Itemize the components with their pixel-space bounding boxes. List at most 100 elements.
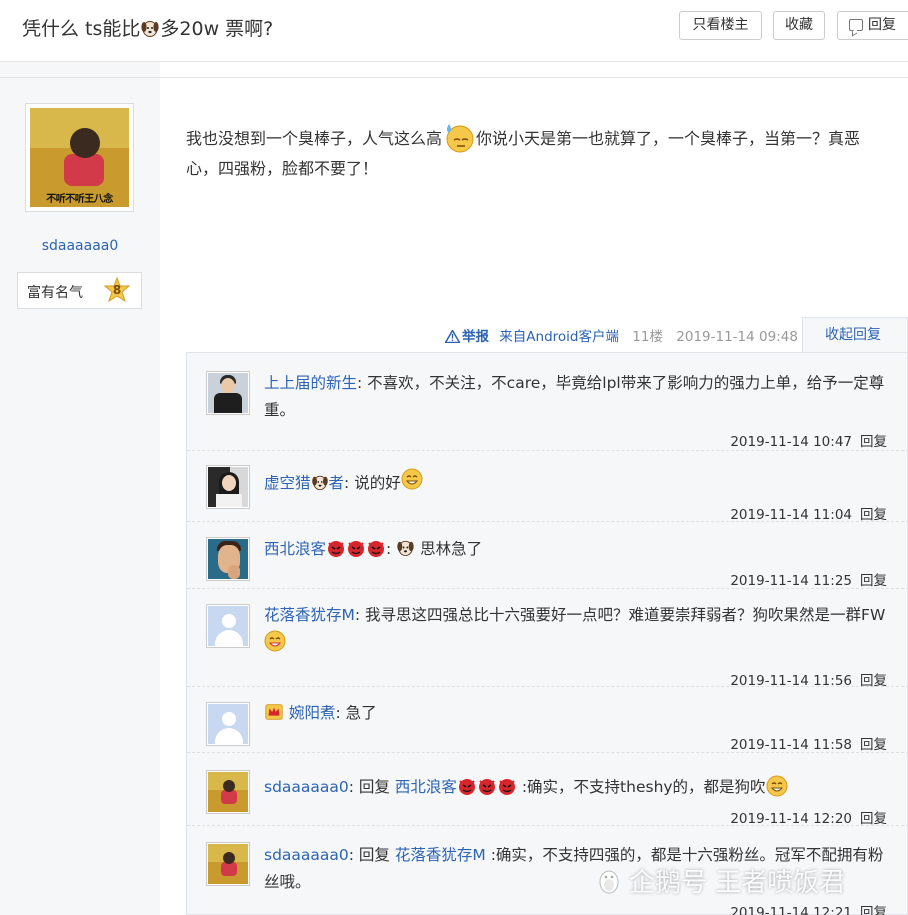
reply-footer: 2019-11-14 11:04 回复	[730, 503, 887, 523]
post-time: 2019-11-14 09:48	[676, 329, 798, 345]
laugh-emoji-icon	[766, 775, 788, 797]
thread-title-text-1: 凭什么 ts能比	[22, 18, 141, 40]
divider	[0, 62, 908, 78]
reply-to-button[interactable]: 回复	[860, 434, 887, 450]
report-link[interactable]: 举报	[445, 329, 489, 345]
reply-avatar[interactable]	[206, 842, 250, 886]
reply-time: 2019-11-14 12:20	[730, 811, 852, 827]
laugh-emoji-icon	[401, 468, 423, 490]
reply-username-part-1: 虚空猎	[264, 474, 311, 492]
thread-title-text-2: 多20w 票啊?	[160, 18, 274, 40]
reply-to-button[interactable]: 回复	[860, 905, 887, 915]
client-source: 来自Android客户端	[499, 329, 619, 345]
reply-footer: 2019-11-14 11:25 回复	[730, 569, 887, 589]
reply-footer: 2019-11-14 11:58 回复	[730, 733, 887, 753]
reply-item: 虚空猎 者: 说的好 2019-11-14 11:04 回复	[187, 451, 908, 523]
sweat-emoji-icon	[446, 124, 474, 153]
thread-title: 凭什么 ts能比 多20w 票啊?	[22, 14, 273, 41]
reply-time: 2019-11-14 11:25	[730, 573, 852, 589]
reply-avatar[interactable]	[206, 702, 250, 746]
reply-target-link[interactable]: 花落香犹存M	[395, 846, 486, 864]
dog-emoji-icon	[141, 21, 159, 37]
devil-emoji-icon	[498, 779, 515, 795]
favorite-button[interactable]: 收藏	[773, 11, 825, 40]
reply-avatar[interactable]	[206, 537, 250, 581]
dog-emoji-icon	[311, 475, 328, 491]
avatar-caption: 不听不听王八念	[46, 194, 113, 205]
only-author-button[interactable]: 只看楼主	[679, 11, 762, 40]
warning-icon	[445, 330, 460, 343]
reply-avatar[interactable]	[206, 604, 250, 648]
fame-level: 8	[112, 283, 122, 297]
fame-badge-box: 富有名气 8	[17, 272, 142, 309]
reply-text: 急了	[345, 704, 377, 722]
reply-item: sdaaaaaa0: 回复 西北浪客 :确实，不支持theshy的，都是狗吹 2…	[187, 753, 908, 827]
reply-footer: 2019-11-14 12:20 回复	[730, 807, 887, 827]
reply-username[interactable]: 虚空猎 者	[264, 474, 344, 492]
author-name-link[interactable]: sdaaaaaa0	[0, 238, 160, 254]
collapse-replies-button[interactable]: 收起回复	[802, 317, 908, 353]
report-label: 举报	[462, 329, 489, 345]
reply-time: 2019-11-14 11:04	[730, 507, 852, 523]
reply-time: 2019-11-14 10:47	[730, 434, 852, 450]
reply-username[interactable]: sdaaaaaa0	[264, 778, 349, 796]
reply-word: 回复	[358, 778, 390, 796]
devil-emoji-icon	[348, 541, 365, 557]
reply-button-label: 回复	[868, 17, 896, 33]
reply-content: 花落香犹存M: 我寻思这四强总比十六强要好一点吧？难道要崇拜弱者？狗吹果然是一群…	[264, 602, 890, 656]
reply-word: 回复	[358, 846, 390, 864]
reply-list: 上上届的新生: 不喜欢，不关注，不care，毕竟给lpl带来了影响力的强力上单，…	[186, 352, 908, 915]
devil-emoji-icon	[368, 541, 385, 557]
reply-text: :确实，不支持theshy的，都是狗吹	[521, 778, 766, 796]
author-panel: 不听不听王八念 sdaaaaaa0 富有名气 8	[0, 62, 160, 915]
post-content: 我也没想到一个臭棒子，人气这么高 你说小天是第一也就算了，一个臭棒子，当第一？真…	[186, 120, 891, 183]
reply-item: 西北浪客: 思林急了 2019-11-14 11:25 回复	[187, 522, 908, 589]
reply-username-part-2: 者	[328, 474, 345, 492]
reply-username[interactable]: sdaaaaaa0	[264, 846, 349, 864]
reply-content: 西北浪客: 思林急了	[264, 540, 483, 558]
reply-footer: 2019-11-14 11:56 回复	[730, 669, 887, 689]
reply-to-button[interactable]: 回复	[860, 811, 887, 827]
fame-label: 富有名气	[27, 285, 83, 301]
reply-username[interactable]: 花落香犹存M	[264, 606, 355, 624]
reply-text: 我寻思这四强总比十六强要好一点吧？难道要崇拜弱者？狗吹果然是一群FW	[365, 606, 886, 624]
reply-username[interactable]: 上上届的新生	[264, 374, 357, 392]
comment-icon	[849, 19, 863, 31]
reply-username[interactable]: 西北浪客	[264, 540, 326, 558]
reply-avatar[interactable]	[206, 770, 250, 814]
thread-header: 凭什么 ts能比 多20w 票啊? 只看楼主 收藏 回复	[0, 0, 908, 62]
reply-username[interactable]: 婉阳煮	[289, 704, 336, 722]
reply-text: 不喜欢，不关注，不care，毕竟给lpl带来了影响力的强力上单，给予一定尊重。	[264, 374, 885, 419]
penguin-logo-icon	[599, 870, 619, 894]
crown-badge-icon	[265, 704, 283, 720]
smile-emoji-icon	[264, 630, 286, 652]
post-text-1: 我也没想到一个臭棒子，人气这么高	[186, 129, 443, 148]
reply-to-button[interactable]: 回复	[860, 573, 887, 589]
reply-time: 2019-11-14 11:58	[730, 737, 852, 753]
reply-time: 2019-11-14 12:21	[730, 905, 852, 915]
reply-footer: 2019-11-14 12:21 回复	[730, 901, 887, 915]
dog-emoji-icon	[397, 540, 414, 557]
reply-item: 花落香犹存M: 我寻思这四强总比十六强要好一点吧？难道要崇拜弱者？狗吹果然是一群…	[187, 589, 908, 689]
reply-button[interactable]: 回复	[837, 11, 908, 40]
devil-emoji-icon	[328, 541, 345, 557]
client-label: 来自Android客户端	[499, 329, 619, 345]
reply-avatar[interactable]	[206, 371, 250, 415]
fame-level-badge: 8	[103, 276, 131, 305]
watermark: 企鹅号 王者喷饭君	[595, 862, 845, 899]
post-meta: 举报 来自Android客户端 11楼 2019-11-14 09:48	[445, 325, 798, 345]
author-avatar[interactable]: 不听不听王八念	[25, 103, 134, 212]
reply-item: 上上届的新生: 不喜欢，不关注，不care，毕竟给lpl带来了影响力的强力上单，…	[187, 353, 908, 451]
reply-content: sdaaaaaa0: 回复 西北浪客 :确实，不支持theshy的，都是狗吹	[264, 774, 890, 801]
devil-emoji-icon	[478, 779, 495, 795]
reply-target-link[interactable]: 西北浪客	[395, 778, 457, 796]
reply-text: 说的好	[354, 474, 401, 492]
reply-content: 上上届的新生: 不喜欢，不关注，不care，毕竟给lpl带来了影响力的强力上单，…	[264, 374, 885, 419]
reply-footer: 2019-11-14 10:47 回复	[730, 430, 887, 450]
reply-item: 婉阳煮: 急了 2019-11-14 11:58 回复	[187, 687, 908, 753]
reply-avatar[interactable]	[206, 465, 250, 509]
reply-to-button[interactable]: 回复	[860, 737, 887, 753]
reply-text: 思林急了	[420, 540, 483, 558]
reply-to-button[interactable]: 回复	[860, 507, 887, 523]
devil-emoji-icon	[458, 779, 475, 795]
